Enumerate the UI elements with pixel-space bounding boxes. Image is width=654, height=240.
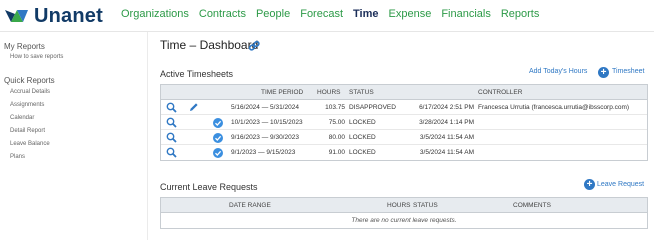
cell-status-date: 3/28/2024 1:14 PM: [419, 119, 474, 126]
sidebar-how-to-save-reports[interactable]: How to save reports: [10, 54, 63, 60]
col-time-period: TIME PERIOD: [261, 89, 304, 96]
cell-status-date: 6/17/2024 2:51 PM: [419, 104, 474, 111]
locked-check-icon: [213, 118, 223, 128]
col-comments: COMMENTS: [513, 202, 551, 209]
table-row: 10/1/2023 — 10/15/2023 75.00 LOCKED 3/28…: [161, 115, 647, 130]
col-hours: HOURS: [387, 202, 411, 209]
cell-hours: 103.75: [325, 104, 345, 111]
col-controller: CONTROLLER: [478, 89, 523, 96]
col-status: STATUS: [413, 202, 438, 209]
view-magnifier-icon[interactable]: [166, 102, 177, 113]
sidebar-item-accrual-details[interactable]: Accrual Details: [10, 89, 50, 95]
cell-status-date: 3/5/2024 11:54 AM: [419, 134, 474, 141]
add-timesheet-link[interactable]: Timesheet: [612, 68, 644, 75]
nav-people[interactable]: People: [256, 8, 290, 21]
app-name: Unanet: [34, 4, 103, 27]
sidebar-my-reports[interactable]: My Reports: [4, 42, 45, 51]
nav-time[interactable]: Time: [353, 8, 378, 21]
add-todays-hours-link[interactable]: Add Today's Hours: [529, 68, 587, 75]
sidebar: My Reports How to save reports Quick Rep…: [0, 32, 148, 240]
cell-period: 9/16/2023 — 9/30/2023: [231, 134, 299, 141]
table-row: 5/16/2024 — 5/31/2024 103.75 DISAPPROVED…: [161, 100, 647, 115]
table-row: There are no current leave requests.: [161, 213, 647, 228]
locked-check-icon: [213, 133, 223, 143]
locked-check-icon: [213, 148, 223, 158]
empty-leave-message: There are no current leave requests.: [351, 217, 457, 224]
sidebar-item-calendar[interactable]: Calendar: [10, 115, 34, 121]
link-icon[interactable]: [248, 40, 261, 52]
add-timesheet-plus-icon[interactable]: +: [598, 67, 609, 78]
col-status: STATUS: [349, 89, 374, 96]
nav-organizations[interactable]: Organizations: [121, 8, 189, 21]
leave-requests-table: DATE RANGE HOURS STATUS COMMENTS There a…: [160, 197, 648, 229]
active-timesheets-table: TIME PERIOD HOURS STATUS CONTROLLER 5/16…: [160, 84, 648, 161]
col-hours: HOURS: [317, 89, 341, 96]
cell-status: LOCKED: [349, 149, 376, 156]
table-row: 9/1/2023 — 9/15/2023 91.00 LOCKED 3/5/20…: [161, 145, 647, 160]
cell-status: LOCKED: [349, 134, 376, 141]
cell-hours: 75.00: [328, 119, 345, 126]
page-title: Time – Dashboard: [160, 38, 259, 52]
nav-forecast[interactable]: Forecast: [300, 8, 343, 21]
table-row: 9/16/2023 — 9/30/2023 80.00 LOCKED 3/5/2…: [161, 130, 647, 145]
sidebar-item-assignments[interactable]: Assignments: [10, 102, 44, 108]
view-magnifier-icon[interactable]: [166, 117, 177, 128]
cell-period: 5/16/2024 — 5/31/2024: [231, 104, 299, 111]
timesheets-table-header: TIME PERIOD HOURS STATUS CONTROLLER: [161, 85, 647, 100]
cell-hours: 91.00: [328, 149, 345, 156]
cell-status-date: 3/5/2024 11:54 AM: [419, 149, 474, 156]
unanet-logo[interactable]: Unanet: [4, 4, 103, 28]
sidebar-item-leave-balance[interactable]: Leave Balance: [10, 141, 50, 147]
sidebar-quick-reports[interactable]: Quick Reports: [4, 76, 55, 85]
nav-financials[interactable]: Financials: [441, 8, 491, 21]
cell-hours: 80.00: [328, 134, 345, 141]
active-timesheets-title: Active Timesheets: [160, 69, 234, 79]
view-magnifier-icon[interactable]: [166, 147, 177, 158]
cell-controller: Francesca Urrutia (francesca.urrutia@ibs…: [478, 104, 630, 111]
sidebar-item-detail-report[interactable]: Detail Report: [10, 128, 45, 134]
cell-status: DISAPPROVED: [349, 104, 396, 111]
unanet-logo-icon: [5, 10, 28, 22]
add-leave-request-link[interactable]: Leave Request: [597, 181, 644, 188]
edit-pencil-icon[interactable]: [188, 102, 199, 113]
col-date-range: DATE RANGE: [229, 202, 271, 209]
add-leave-request-plus-icon[interactable]: +: [584, 179, 595, 190]
view-magnifier-icon[interactable]: [166, 132, 177, 143]
nav-contracts[interactable]: Contracts: [199, 8, 246, 21]
main-nav: Organizations Contracts People Forecast …: [121, 8, 549, 21]
leave-table-header: DATE RANGE HOURS STATUS COMMENTS: [161, 198, 647, 213]
nav-reports[interactable]: Reports: [501, 8, 540, 21]
cell-status: LOCKED: [349, 119, 376, 126]
top-navigation-bar: Unanet Organizations Contracts People Fo…: [0, 0, 654, 32]
cell-period: 10/1/2023 — 10/15/2023: [231, 119, 303, 126]
sidebar-item-plans[interactable]: Plans: [10, 154, 25, 160]
cell-period: 9/1/2023 — 9/15/2023: [231, 149, 296, 156]
nav-expense[interactable]: Expense: [389, 8, 432, 21]
leave-requests-title: Current Leave Requests: [160, 182, 258, 192]
